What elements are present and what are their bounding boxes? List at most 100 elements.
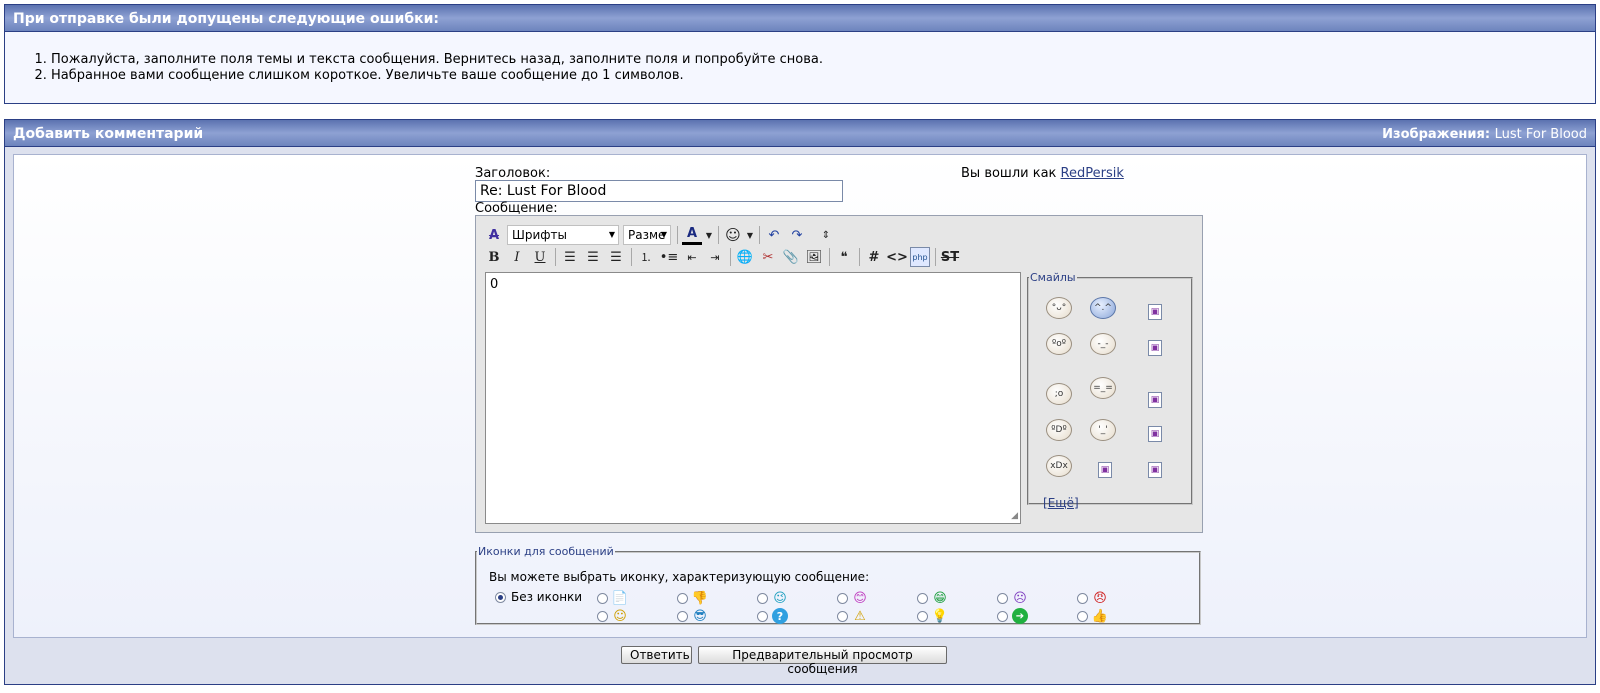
- smiley-cool-icon[interactable]: =_=: [1089, 374, 1117, 402]
- align-right-icon[interactable]: ☰: [606, 247, 626, 267]
- warning-icon: ⚠: [854, 608, 866, 624]
- post-icon-option[interactable]: 😉: [757, 590, 788, 606]
- username-link[interactable]: RedPersik: [1061, 166, 1124, 181]
- post-icon-radio[interactable]: [677, 610, 688, 622]
- post-icon-radio[interactable]: [1077, 592, 1088, 604]
- toolbar-divider: [829, 248, 830, 266]
- font-select-value: Шрифты: [512, 228, 567, 242]
- size-select[interactable]: Разме ▼: [623, 225, 671, 245]
- post-icon-option[interactable]: 😠: [1077, 590, 1108, 606]
- post-icon-option[interactable]: 👎: [677, 590, 708, 606]
- resize-toggle-icon[interactable]: ⇕: [816, 225, 836, 245]
- message-text: 0: [490, 277, 499, 292]
- smiley-bubble-icon: ºDº: [1046, 419, 1072, 441]
- chevron-down-icon[interactable]: ▼: [705, 225, 713, 245]
- reply-button[interactable]: Ответить: [621, 646, 692, 664]
- smiley-bubble-icon: °ᴗ°: [1046, 297, 1072, 319]
- smiley-meh-icon[interactable]: -_-: [1089, 330, 1117, 358]
- outdent-icon[interactable]: ⇤: [682, 247, 702, 267]
- font-select[interactable]: Шрифты ▼: [507, 225, 619, 245]
- post-icon-radio[interactable]: [997, 592, 1008, 604]
- bold-icon[interactable]: B: [484, 247, 504, 267]
- code-icon[interactable]: <>: [886, 247, 908, 267]
- post-icons-legend: Иконки для сообщений: [478, 545, 614, 558]
- post-icon-option[interactable]: ⚠: [837, 608, 868, 624]
- smiley-wink-icon[interactable]: ;o: [1045, 380, 1073, 408]
- post-icon-option[interactable]: 📄: [597, 590, 628, 606]
- message-textarea[interactable]: 0 ◢: [485, 272, 1021, 524]
- post-icon-radio[interactable]: [917, 592, 928, 604]
- chevron-down-icon[interactable]: ▼: [746, 225, 754, 245]
- toolbar-divider: [718, 226, 719, 244]
- broken-image-icon[interactable]: ▣: [1141, 456, 1169, 484]
- italic-icon[interactable]: I: [507, 247, 527, 267]
- toolbar-divider: [730, 248, 731, 266]
- no-icon-option[interactable]: Без иконки: [495, 590, 582, 604]
- hash-icon[interactable]: #: [864, 247, 884, 267]
- no-icon-radio[interactable]: [495, 591, 506, 603]
- post-icon-option[interactable]: 😁: [917, 590, 948, 606]
- unlink-icon[interactable]: ✂: [758, 247, 778, 267]
- toolbar-divider: [859, 248, 860, 266]
- resize-grip-icon[interactable]: ◢: [1011, 511, 1018, 521]
- post-icon-radio[interactable]: [597, 610, 608, 622]
- unordered-list-icon[interactable]: •≡: [659, 247, 679, 267]
- redo-icon[interactable]: ↷: [787, 225, 807, 245]
- size-select-value: Разме: [628, 228, 666, 242]
- smiley-bubble-icon: ^.^: [1090, 297, 1116, 319]
- broken-image-icon[interactable]: ▣: [1141, 420, 1169, 448]
- broken-image-icon[interactable]: ▣: [1141, 386, 1169, 414]
- php-icon[interactable]: php: [910, 247, 930, 267]
- post-icon-option[interactable]: ?: [757, 608, 788, 624]
- align-left-icon[interactable]: ☰: [560, 247, 580, 267]
- post-icon-radio[interactable]: [917, 610, 928, 622]
- post-icon-radio[interactable]: [997, 610, 1008, 622]
- post-icon-radio[interactable]: [837, 610, 848, 622]
- broken-image-icon[interactable]: ▣: [1141, 298, 1169, 326]
- remove-format-icon[interactable]: A: [484, 225, 504, 245]
- smiley-icon[interactable]: ☺: [723, 225, 743, 245]
- strikethrough-icon[interactable]: ST: [940, 247, 960, 267]
- post-icon-radio[interactable]: [597, 592, 608, 604]
- post-icon-option[interactable]: 😊: [837, 590, 868, 606]
- post-icons-hint: Вы можете выбрать иконку, характеризующу…: [489, 570, 870, 584]
- more-bracket-close: ]: [1073, 496, 1079, 510]
- smiley-grin-icon[interactable]: ºDº: [1045, 416, 1073, 444]
- undo-icon[interactable]: ↶: [764, 225, 784, 245]
- quote-icon[interactable]: ❝: [834, 247, 854, 267]
- image-icon[interactable]: 🖼: [804, 247, 824, 267]
- ordered-list-icon[interactable]: ⒈: [636, 247, 656, 267]
- broken-image-icon[interactable]: ▣: [1091, 456, 1119, 484]
- post-icon-radio[interactable]: [677, 592, 688, 604]
- more-smileys-link[interactable]: Ещё: [1048, 496, 1074, 510]
- post-icon-radio[interactable]: [837, 592, 848, 604]
- post-icon-option[interactable]: 💡: [917, 608, 948, 624]
- post-icon-option[interactable]: ☺: [597, 608, 628, 624]
- grin-icon: 😁: [933, 590, 947, 606]
- smiley-wave-icon[interactable]: °ᴗ°: [1045, 294, 1073, 322]
- link-icon[interactable]: 🌐: [735, 247, 755, 267]
- broken-image-icon[interactable]: ▣: [1141, 334, 1169, 362]
- underline-icon[interactable]: U: [530, 247, 550, 267]
- attachment-icon[interactable]: 📎: [781, 247, 801, 267]
- post-icon-option[interactable]: 😎: [677, 608, 708, 624]
- smiley-cat-icon[interactable]: ^.^: [1089, 294, 1117, 322]
- subject-input[interactable]: Re: Lust For Blood: [475, 180, 843, 202]
- post-icon-option[interactable]: ➔: [997, 608, 1028, 624]
- text-color-icon[interactable]: A: [682, 225, 702, 245]
- smiley-surprised-icon[interactable]: ºoº: [1045, 330, 1073, 358]
- post-icon-radio[interactable]: [1077, 610, 1088, 622]
- bbcode-editor: A Шрифты▼ Разме▼ A ▼ ☺ ▼ ↶ ↷ ⇕ B I U ☰: [475, 215, 1203, 533]
- preview-button[interactable]: Предварительный просмотр сообщения: [698, 646, 947, 676]
- smiley-blank-icon[interactable]: '_': [1089, 416, 1117, 444]
- post-icon-radio[interactable]: [757, 592, 768, 604]
- post-icon-radio[interactable]: [757, 610, 768, 622]
- toolbar-row-2: B I U ☰ ☰ ☰ ⒈ •≡ ⇤ ⇥ 🌐 ✂ 📎 🖼 ❝ # <> php …: [484, 247, 963, 267]
- indent-icon[interactable]: ⇥: [705, 247, 725, 267]
- section-info: Изображения: Lust For Blood: [1382, 127, 1587, 142]
- post-icon-option[interactable]: 👍: [1077, 608, 1108, 624]
- post-icon-option[interactable]: ☹: [997, 590, 1028, 606]
- comment-panel: Добавить комментарий Изображения: Lust F…: [4, 119, 1596, 685]
- smiley-drool-icon[interactable]: xDx: [1045, 452, 1073, 480]
- align-center-icon[interactable]: ☰: [583, 247, 603, 267]
